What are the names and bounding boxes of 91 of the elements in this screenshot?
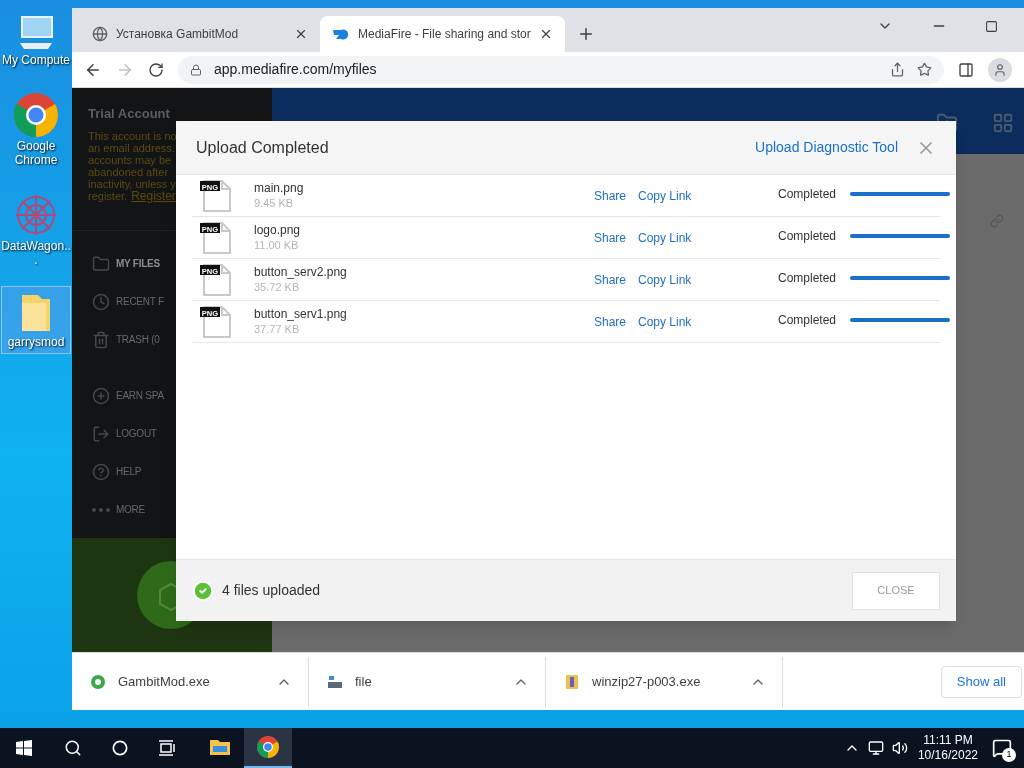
nav-item[interactable]: EARN SPA — [116, 388, 164, 403]
file-size: 35.72 KB — [254, 279, 301, 295]
clock[interactable]: 11:11 PM 10/16/2022 — [917, 733, 978, 763]
clock-icon — [92, 292, 110, 311]
download-item[interactable]: winzip27-p003.exe — [546, 656, 783, 707]
tab-title: Установка GambitMod — [116, 26, 240, 43]
desktop-icon[interactable]: Google Chrome — [1, 86, 71, 172]
desktop-icon-label: Google Chrome — [13, 139, 59, 167]
diagnostic-link[interactable]: Upload Diagnostic Tool — [755, 137, 898, 158]
maximize-icon[interactable] — [985, 19, 998, 33]
upload-summary: 4 files uploaded — [222, 581, 322, 600]
more-icon — [92, 507, 110, 512]
help-icon — [92, 462, 110, 481]
nav-item[interactable]: MORE — [116, 502, 145, 517]
file-size: 11.00 KB — [254, 237, 300, 253]
check-icon — [192, 579, 214, 602]
task-view-icon[interactable] — [158, 740, 176, 756]
share-icon[interactable] — [890, 62, 905, 77]
download-name: winzip27-p003.exe — [592, 672, 702, 691]
share-link[interactable]: Share — [594, 228, 638, 247]
download-name: GambitMod.exe — [118, 672, 211, 691]
copy-link[interactable]: Copy Link — [638, 228, 778, 247]
share-link[interactable]: Share — [594, 312, 638, 331]
notification-badge: 1 — [1002, 748, 1016, 762]
network-icon[interactable] — [867, 740, 884, 756]
account-title: Trial Account — [88, 105, 171, 123]
tab-title: MediaFire - File sharing and stor — [358, 26, 531, 43]
upload-status: Completed — [778, 269, 838, 287]
file-size: 9.45 KB — [254, 195, 295, 211]
logout-icon — [92, 424, 110, 443]
account-notice: an email address. — [88, 141, 175, 154]
upload-status: Completed — [778, 311, 838, 329]
close-button[interactable]: CLOSE — [852, 571, 940, 610]
show-all-button[interactable]: Show all — [940, 665, 1022, 698]
plus-icon — [92, 386, 110, 405]
clock-date: 10/16/2022 — [917, 748, 978, 763]
chrome-icon — [256, 735, 280, 759]
lock-icon — [190, 63, 202, 76]
file-size: 37.77 KB — [254, 321, 301, 337]
dialog-title: Upload Completed — [196, 137, 330, 158]
globe-icon — [92, 26, 108, 42]
search-icon[interactable] — [64, 739, 82, 757]
clock-time: 11:11 PM — [923, 733, 973, 748]
taskbar-app[interactable] — [244, 728, 292, 768]
file-name: button_serv1.png — [254, 306, 348, 322]
folder-icon — [92, 254, 110, 273]
file-name: button_serv2.png — [254, 264, 348, 280]
nav-item[interactable]: RECENT F — [116, 294, 164, 309]
windows-logo-icon[interactable] — [16, 740, 32, 756]
bookmark-icon[interactable] — [917, 62, 932, 77]
close-icon[interactable] — [294, 27, 308, 41]
nav-item[interactable]: MY FILES — [116, 256, 160, 271]
download-item[interactable]: file — [309, 656, 546, 707]
nav-item[interactable]: TRASH (0 — [116, 332, 160, 347]
desktop-icon[interactable]: My Compute — [1, 8, 71, 72]
copy-link[interactable]: Copy Link — [638, 312, 778, 331]
copy-link[interactable]: Copy Link — [638, 186, 778, 205]
upload-status: Completed — [778, 227, 838, 245]
account-notice: This account is no — [88, 129, 177, 142]
notifications-icon[interactable] — [992, 738, 1012, 758]
upload-status: Completed — [778, 185, 838, 203]
folder-icon — [209, 738, 231, 756]
volume-icon[interactable] — [891, 740, 908, 756]
download-item[interactable]: GambitMod.exe — [72, 656, 309, 707]
share-link[interactable]: Share — [594, 186, 638, 205]
cortana-icon[interactable] — [112, 740, 128, 756]
account-notice: abandoned after — [88, 165, 169, 178]
nav-item[interactable]: LOGOUT — [116, 426, 157, 441]
desktop-icon[interactable]: DataWagon... — [1, 186, 71, 272]
file-name: logo.png — [254, 222, 302, 238]
nav-item[interactable]: HELP — [116, 464, 142, 479]
browser-tab[interactable]: MediaFire - File sharing and stor — [320, 16, 565, 52]
download-name: file — [355, 672, 373, 691]
person-icon — [993, 62, 1007, 77]
copy-link[interactable]: Copy Link — [638, 270, 778, 289]
profile-avatar[interactable] — [988, 57, 1012, 82]
account-notice: accounts may be — [88, 153, 172, 166]
reload-icon[interactable] — [148, 61, 164, 78]
desktop-icon-label: My Compute — [1, 53, 71, 67]
share-link[interactable]: Share — [594, 270, 638, 289]
url-text: app.mediafire.com/myfiles — [214, 60, 378, 79]
trash-icon — [92, 330, 110, 349]
chrome-icon — [12, 91, 60, 139]
account-notice: register. — [88, 189, 128, 202]
account-notice: inactivity, unless y — [88, 177, 176, 190]
desktop-icon[interactable]: garrysmod — [1, 286, 71, 354]
desktop-icon-label: garrysmod — [6, 335, 66, 349]
file-name: main.png — [254, 180, 305, 196]
side-panel-icon[interactable] — [958, 61, 974, 78]
address-bar[interactable]: app.mediafire.com/myfiles — [178, 55, 944, 84]
desktop-icon-label: DataWagon... — [1, 239, 71, 267]
